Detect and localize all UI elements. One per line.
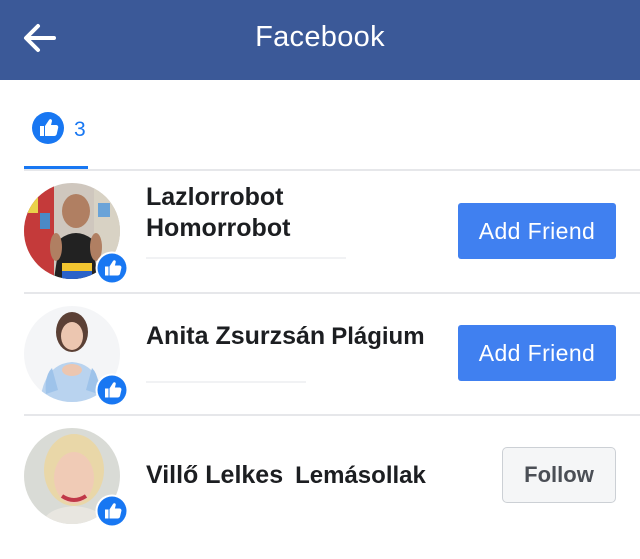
add-friend-button[interactable]: Add Friend — [458, 325, 616, 381]
list-item: Anita Zsurzsán Plágium Add Friend — [0, 294, 640, 416]
name-suffix: Plágium — [331, 323, 425, 350]
name-suffix: Lemásollak — [295, 462, 426, 489]
name-line: Homorrobot — [146, 214, 291, 242]
name-text: Villő Lelkes — [146, 461, 284, 489]
like-thumb-icon — [32, 112, 64, 144]
divider — [146, 381, 306, 383]
person-name[interactable]: Villő Lelkes Lemásollak — [146, 460, 426, 491]
name-text: Anita Zsurzsán — [146, 322, 326, 350]
follow-button[interactable]: Follow — [502, 447, 616, 503]
divider — [146, 257, 346, 259]
tab-likes[interactable]: 3 — [24, 106, 88, 170]
list-item: Lazlorrobot Homorrobot Add Friend — [0, 171, 640, 293]
page-title: Facebook — [255, 21, 385, 53]
list-item: Villő Lelkes Lemásollak Follow — [0, 416, 640, 538]
name-line: Lazlorrobot — [146, 183, 284, 211]
like-thumb-icon — [95, 494, 129, 528]
person-name[interactable]: Anita Zsurzsán Plágium — [146, 321, 425, 352]
like-thumb-icon — [95, 251, 129, 285]
reaction-count: 3 — [74, 118, 86, 141]
like-thumb-icon — [95, 373, 129, 407]
person-name[interactable]: Lazlorrobot Homorrobot — [146, 182, 290, 244]
add-friend-button[interactable]: Add Friend — [458, 203, 616, 259]
app-header: Facebook — [0, 0, 640, 80]
